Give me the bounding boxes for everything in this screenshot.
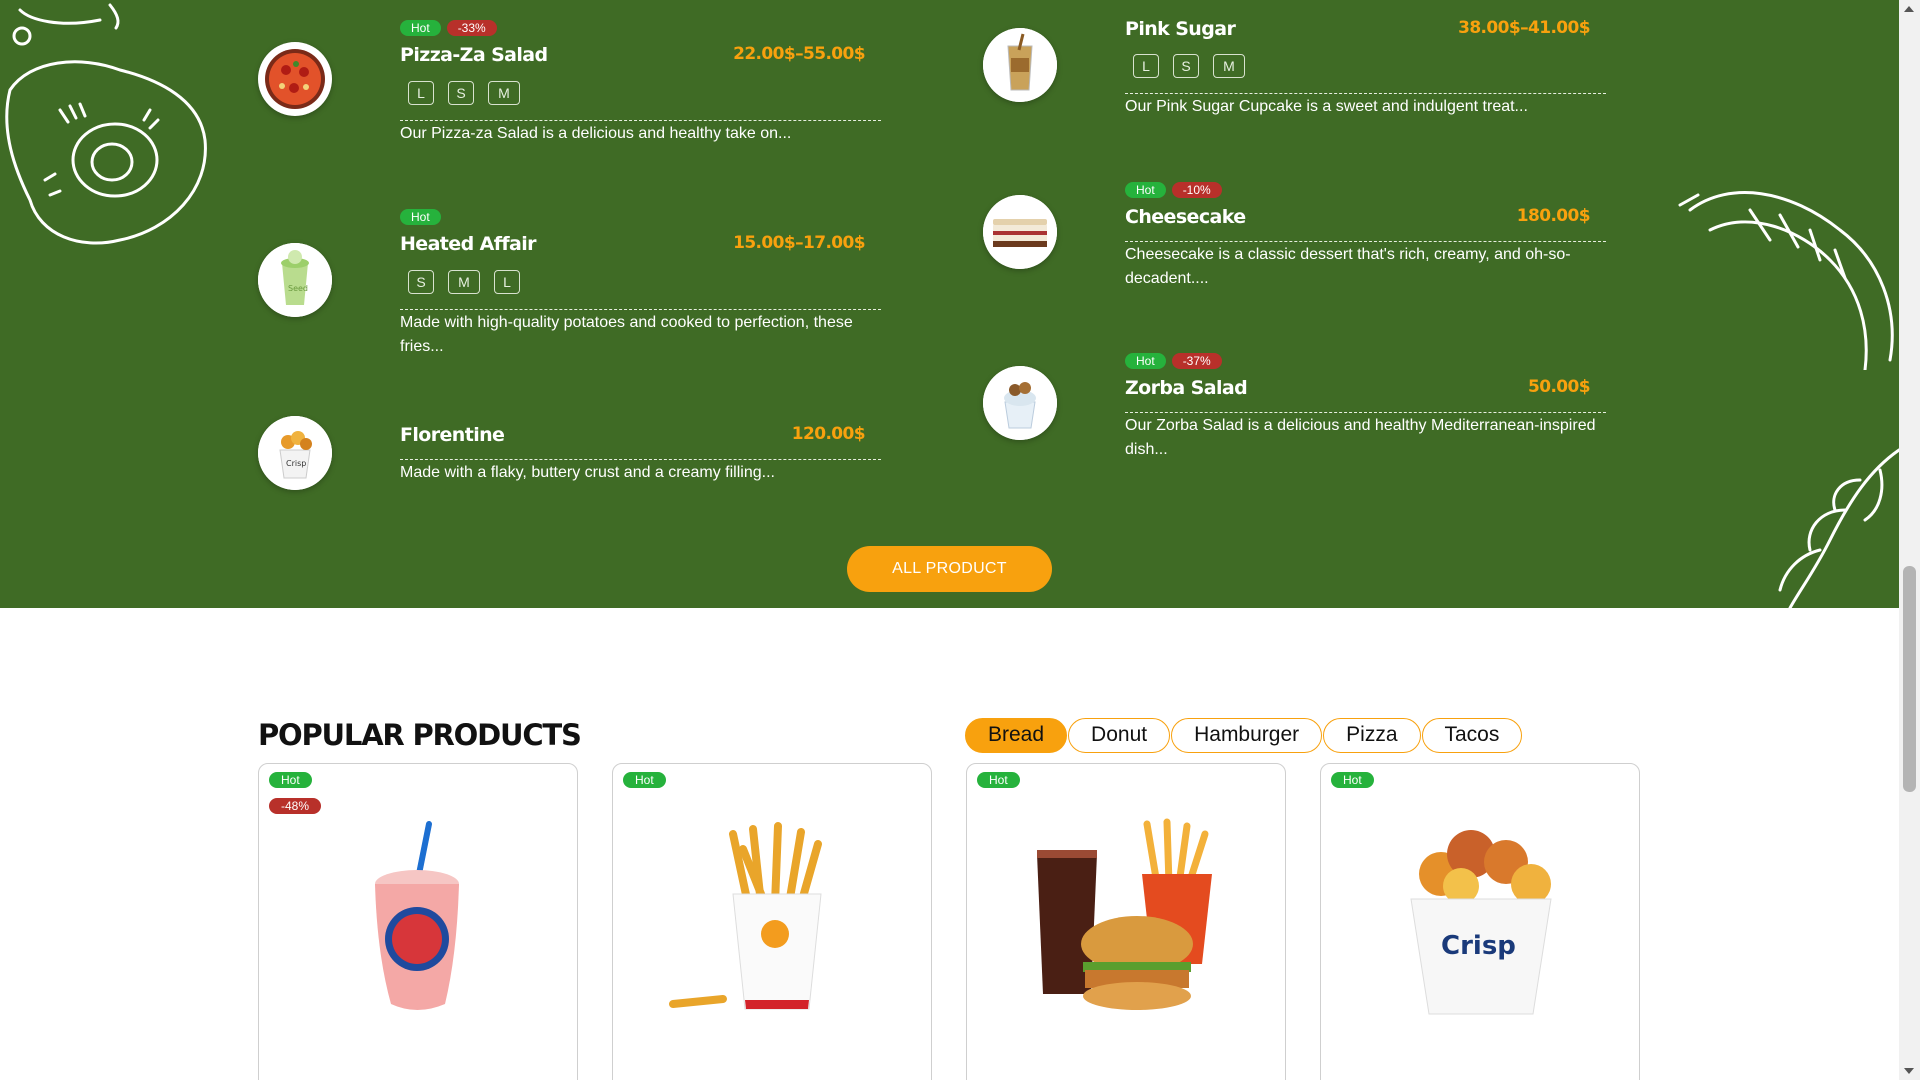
hot-badge: Hot: [623, 772, 666, 788]
hot-badge: Hot: [1331, 772, 1374, 788]
tab-pizza[interactable]: Pizza: [1323, 718, 1421, 753]
size-option[interactable]: L: [1133, 54, 1159, 78]
menu-item-description: Our Pink Sugar Cupcake is a sweet and in…: [1125, 98, 1528, 115]
menu-item-tags: Hot -10%: [1125, 182, 1222, 198]
menu-item-description: Made with high-quality potatoes and cook…: [400, 314, 853, 355]
menu-item[interactable]: Hot -33% Pizza-Za Salad 22.00$–55.00$ L …: [258, 20, 881, 142]
svg-text:Crisp: Crisp: [1441, 931, 1516, 961]
dashed-divider: [400, 120, 881, 121]
tab-tacos[interactable]: Tacos: [1421, 718, 1523, 753]
tab-hamburger[interactable]: Hamburger: [1171, 718, 1323, 753]
menu-item-name[interactable]: Zorba Salad: [1125, 377, 1248, 399]
all-product-button[interactable]: ALL PRODUCT: [847, 546, 1052, 592]
menu-item-tags: Hot -37%: [1125, 353, 1222, 369]
menu-item[interactable]: Seed Hot Heated Affair 15.00$–17.00$ S M…: [258, 209, 881, 359]
menu-item-price: 120.00$: [791, 424, 866, 444]
size-option[interactable]: S: [448, 81, 474, 105]
fries-bucket-image[interactable]: Crisp: [258, 416, 332, 490]
size-options: L S M: [1133, 54, 1245, 78]
menu-item[interactable]: Hot -10% Cheesecake 180.00$ Cheesecake i…: [983, 182, 1606, 292]
menu-item-info: Pink Sugar 38.00$–41.00$ L S M Our Pink …: [1125, 18, 1606, 128]
pizza-image[interactable]: [258, 42, 332, 116]
menu-item-price: 180.00$: [1516, 206, 1591, 226]
product-card[interactable]: Hot -48%: [258, 763, 578, 1080]
menu-section: Hot -33% Pizza-Za Salad 22.00$–55.00$ L …: [0, 0, 1899, 608]
menu-item-info: Hot Heated Affair 15.00$–17.00$ S M L Ma…: [400, 209, 881, 359]
hot-badge: Hot: [400, 209, 441, 225]
cheesecake-image[interactable]: [983, 195, 1057, 269]
discount-badge: -33%: [446, 20, 497, 36]
menu-item-description: Made with a flaky, buttery crust and a c…: [400, 464, 775, 481]
menu-item-name[interactable]: Heated Affair: [400, 233, 537, 255]
size-options: S M L: [408, 270, 520, 294]
scroll-thumb[interactable]: [1903, 566, 1916, 792]
menu-item-info: Hot -37% Zorba Salad 50.00$ Our Zorba Sa…: [1125, 353, 1606, 463]
hot-badge: Hot: [400, 20, 441, 36]
menu-item[interactable]: Pink Sugar 38.00$–41.00$ L S M Our Pink …: [983, 18, 1606, 128]
crispy-bucket-image[interactable]: Crisp: [1361, 804, 1601, 1044]
herb-doodle-icon: [1778, 448, 1899, 608]
size-option[interactable]: S: [408, 270, 434, 294]
category-tabs: Bread Donut Hamburger Pizza Tacos: [965, 718, 1523, 753]
size-option[interactable]: L: [494, 270, 520, 294]
size-options: L S M: [408, 81, 520, 105]
menu-item-name[interactable]: Cheesecake: [1125, 206, 1246, 228]
pink-slushie-image[interactable]: [299, 804, 539, 1044]
hot-badge: Hot: [1125, 353, 1166, 369]
section-title: POPULAR PRODUCTS: [258, 718, 582, 752]
menu-item-name[interactable]: Florentine: [400, 424, 505, 446]
size-option[interactable]: S: [1173, 54, 1199, 78]
size-option[interactable]: M: [1213, 54, 1245, 78]
hot-badge: Hot: [1125, 182, 1166, 198]
menu-item-description: Our Pizza-za Salad is a delicious and he…: [400, 125, 792, 142]
menu-item[interactable]: Crisp Florentine 120.00$ Made with a fla…: [258, 410, 881, 510]
discount-badge: -10%: [1171, 182, 1222, 198]
discount-badge: -37%: [1171, 353, 1222, 369]
menu-item-price: 38.00$–41.00$: [1458, 18, 1591, 38]
menu-item-info: Hot -10% Cheesecake 180.00$ Cheesecake i…: [1125, 182, 1606, 292]
menu-item-info: Florentine 120.00$ Made with a flaky, bu…: [400, 410, 881, 510]
menu-item-tags: Hot -33%: [400, 20, 497, 36]
menu-item-price: 50.00$: [1527, 377, 1591, 397]
tab-donut[interactable]: Donut: [1068, 718, 1171, 753]
menu-item-name[interactable]: Pink Sugar: [1125, 18, 1236, 40]
dashed-divider: [1125, 241, 1606, 242]
menu-item-description: Our Zorba Salad is a delicious and healt…: [1125, 417, 1596, 458]
dessert-cup-image[interactable]: [983, 366, 1057, 440]
menu-item-name[interactable]: Pizza-Za Salad: [400, 44, 548, 66]
iced-drink-image[interactable]: [983, 28, 1057, 102]
burger-combo-image[interactable]: [1007, 804, 1247, 1044]
dashed-divider: [400, 459, 881, 460]
green-drink-image[interactable]: Seed: [258, 243, 332, 317]
fries-cup-image[interactable]: [653, 804, 893, 1044]
scroll-down-icon[interactable]: [1904, 1068, 1914, 1074]
size-option[interactable]: L: [408, 81, 434, 105]
size-option[interactable]: M: [488, 81, 520, 105]
menu-item-price: 15.00$–17.00$: [733, 233, 866, 253]
dashed-divider: [1125, 93, 1606, 94]
menu-item-description: Cheesecake is a classic dessert that's r…: [1125, 246, 1571, 287]
hot-badge: Hot: [269, 772, 312, 788]
dashed-divider: [400, 309, 881, 310]
hot-badge: Hot: [977, 772, 1020, 788]
product-card[interactable]: Hot Crisp: [1320, 763, 1640, 1080]
scroll-up-icon[interactable]: [1904, 6, 1914, 12]
menu-item-info: Hot -33% Pizza-Za Salad 22.00$–55.00$ L …: [400, 20, 881, 142]
pepper-doodle-icon: [1678, 191, 1894, 370]
menu-item[interactable]: Hot -37% Zorba Salad 50.00$ Our Zorba Sa…: [983, 353, 1606, 463]
svg-text:Seed: Seed: [288, 284, 308, 293]
size-option[interactable]: M: [448, 270, 480, 294]
svg-text:Crisp: Crisp: [286, 459, 306, 468]
product-card[interactable]: Hot: [966, 763, 1286, 1080]
page-scrollbar[interactable]: [1899, 0, 1920, 1080]
menu-item-price: 22.00$–55.00$: [733, 44, 866, 64]
dashed-divider: [1125, 412, 1606, 413]
tab-bread[interactable]: Bread: [965, 718, 1068, 753]
fried-egg-doodle-icon: [5, 3, 207, 245]
menu-item-tags: Hot: [400, 209, 441, 225]
product-card[interactable]: Hot: [612, 763, 932, 1080]
